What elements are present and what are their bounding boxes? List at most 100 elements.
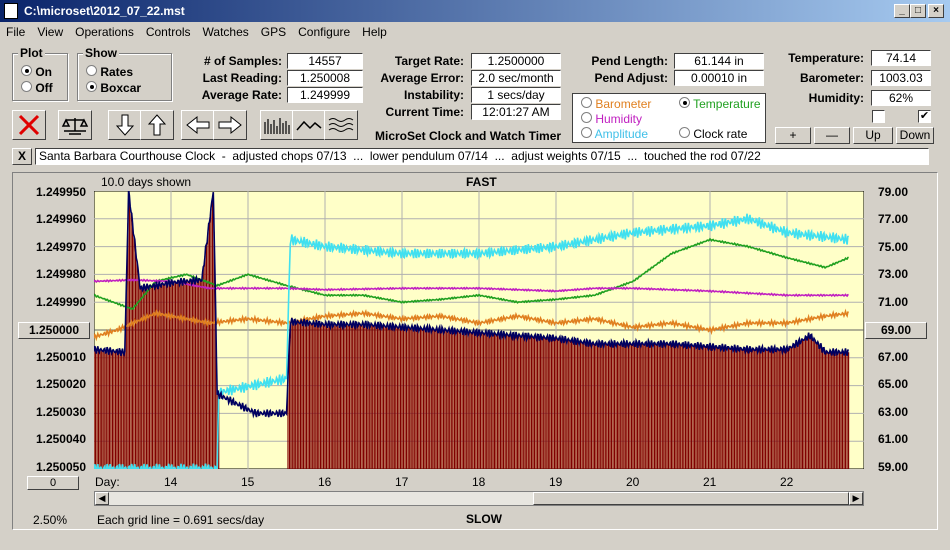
- y-left-tick-8: 1.250030: [35, 405, 86, 419]
- scroll-left-arrow[interactable]: ◀: [95, 492, 109, 505]
- slow-label: SLOW: [466, 512, 502, 526]
- balance-button[interactable]: [58, 110, 92, 140]
- x-tick-label: 14: [164, 475, 178, 489]
- x-tick-label: 19: [549, 475, 563, 489]
- aux-clockrate-radio[interactable]: [679, 127, 690, 138]
- note-close-button[interactable]: X: [12, 148, 32, 165]
- minimize-button[interactable]: _: [894, 4, 910, 18]
- scroll-right-button[interactable]: [213, 110, 247, 140]
- scroll-up-button[interactable]: [140, 110, 174, 140]
- y-left-tick-0: 1.249950: [35, 185, 86, 199]
- x-tick-label: 21: [703, 475, 717, 489]
- plot-on-option[interactable]: On: [21, 65, 52, 79]
- scroll-right-arrow[interactable]: ▶: [849, 492, 863, 505]
- show-rates-radio[interactable]: [86, 65, 97, 76]
- scrollbar-thumb[interactable]: [533, 492, 849, 505]
- aux-barometer-option[interactable]: Barometer: [581, 97, 651, 111]
- y-right-center-button[interactable]: 69.00: [865, 322, 927, 339]
- maximize-button[interactable]: □: [910, 4, 926, 18]
- show-boxcar-label: Boxcar: [100, 81, 142, 95]
- line-chart-icon: [296, 120, 322, 131]
- arrow-right-icon: [218, 115, 242, 135]
- aux-clockrate-option[interactable]: Clock rate: [679, 127, 747, 141]
- y-right-tick-8: 63.00: [877, 405, 908, 419]
- x-tick-label: 16: [318, 475, 332, 489]
- title-bar: C:\microset\2012_07_22.mst _ □ ×: [0, 0, 950, 22]
- menu-watches[interactable]: Watches: [197, 22, 255, 39]
- aux-plot-selector: Barometer Temperature Humidity Amplitude…: [572, 93, 766, 143]
- average-rate-label: Average Rate:: [201, 88, 282, 102]
- note-field[interactable]: Santa Barbara Courthouse Clock - adjuste…: [35, 148, 929, 165]
- menu-file[interactable]: File: [0, 22, 31, 39]
- target-rate-field: 1.2500000: [471, 53, 561, 69]
- aux-checkbox-2[interactable]: ✔: [918, 110, 931, 123]
- show-boxcar-radio[interactable]: [86, 81, 97, 92]
- horizontal-scrollbar[interactable]: ◀ ▶: [94, 491, 864, 506]
- show-group-label: Show: [83, 46, 119, 60]
- arrow-left-icon: [186, 115, 210, 135]
- plot-area[interactable]: [94, 191, 864, 469]
- temperature-label: Temperature:: [788, 51, 864, 65]
- plot-on-radio[interactable]: [21, 65, 32, 76]
- aux-amplitude-option[interactable]: Amplitude: [581, 127, 648, 141]
- y-left-tick-1: 1.249960: [35, 212, 86, 226]
- y-right-tick-9: 61.00: [877, 432, 908, 446]
- arrow-up-icon: [147, 114, 167, 136]
- menu-gps[interactable]: GPS: [255, 22, 292, 39]
- menu-configure[interactable]: Configure: [292, 22, 356, 39]
- fast-label: FAST: [466, 175, 497, 189]
- aux-temperature-option[interactable]: Temperature: [679, 97, 761, 111]
- show-rates-label: Rates: [100, 65, 134, 79]
- aux-up-button[interactable]: Up: [853, 127, 893, 144]
- wave-view-button[interactable]: [324, 110, 358, 140]
- aux-humidity-label: Humidity: [595, 112, 643, 126]
- aux-amplitude-radio[interactable]: [581, 127, 592, 138]
- y-right-tick-7: 65.00: [877, 377, 908, 391]
- menu-view[interactable]: View: [31, 22, 69, 39]
- plot-on-label: On: [35, 65, 53, 79]
- aux-clockrate-label: Clock rate: [693, 127, 748, 141]
- aux-checkbox-1[interactable]: [872, 110, 885, 123]
- instability-field: 1 secs/day: [471, 87, 561, 103]
- barometer-field: 1003.03: [871, 70, 931, 86]
- line-view-button[interactable]: [292, 110, 326, 140]
- plot-off-radio[interactable]: [21, 81, 32, 92]
- bar-view-button[interactable]: [260, 110, 294, 140]
- y-left-tick-6: 1.250010: [35, 350, 86, 364]
- menu-operations[interactable]: Operations: [69, 22, 140, 39]
- aux-temperature-label: Temperature: [693, 97, 761, 111]
- scroll-left-button[interactable]: [181, 110, 215, 140]
- y-left-tick-10: 1.250050: [35, 460, 86, 474]
- pend-adjust-field: 0.00010 in: [674, 70, 764, 86]
- aux-humidity-radio[interactable]: [581, 112, 592, 123]
- aux-plus-button[interactable]: +: [775, 127, 811, 144]
- x-tick-label: 18: [472, 475, 486, 489]
- aux-barometer-label: Barometer: [595, 97, 652, 111]
- plot-off-option[interactable]: Off: [21, 81, 53, 95]
- show-rates-option[interactable]: Rates: [86, 65, 133, 79]
- aux-humidity-option[interactable]: Humidity: [581, 112, 642, 126]
- aux-down-button[interactable]: Down: [896, 127, 934, 144]
- show-boxcar-option[interactable]: Boxcar: [86, 81, 141, 95]
- y-right-tick-1: 77.00: [877, 212, 908, 226]
- y-left-tick-3: 1.249980: [35, 267, 86, 281]
- y-left-center-button[interactable]: 1.250000: [18, 322, 90, 339]
- scroll-down-button[interactable]: [108, 110, 142, 140]
- y-left-tick-4: 1.249990: [35, 295, 86, 309]
- last-reading-label: Last Reading:: [202, 71, 282, 85]
- aux-minus-button[interactable]: —: [814, 127, 850, 144]
- menu-help[interactable]: Help: [356, 22, 393, 39]
- wave-icon: [328, 118, 354, 132]
- stop-button[interactable]: [12, 110, 46, 140]
- temperature-field: 74.14: [871, 50, 931, 66]
- menu-controls[interactable]: Controls: [140, 22, 197, 39]
- aux-temperature-radio[interactable]: [679, 97, 690, 108]
- aux-barometer-radio[interactable]: [581, 97, 592, 108]
- app-icon: [4, 3, 18, 19]
- menu-bar: File View Operations Controls Watches GPS Conf…: [0, 22, 950, 42]
- y-left-zero-button[interactable]: 0: [27, 476, 79, 490]
- y-left-tick-2: 1.249970: [35, 240, 86, 254]
- y-right-tick-10: 59.00: [877, 460, 908, 474]
- close-button[interactable]: ×: [928, 4, 944, 18]
- humidity-label: Humidity:: [808, 91, 864, 105]
